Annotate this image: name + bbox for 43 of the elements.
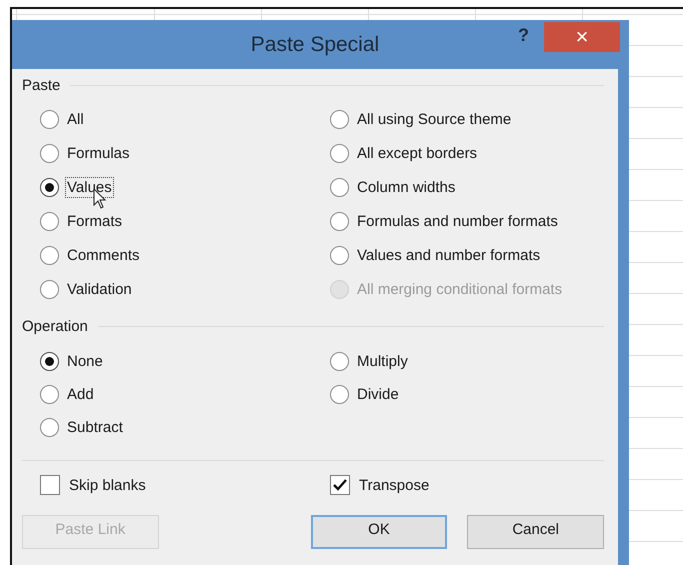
radio-option[interactable]: All using Source theme (330, 102, 604, 136)
group-label: Operation (22, 318, 88, 335)
checkbox[interactable] (40, 475, 60, 495)
radio-button[interactable] (40, 385, 59, 404)
radio-button[interactable] (40, 418, 59, 437)
radio-option[interactable]: None (40, 345, 330, 378)
radio-option[interactable]: Subtract (40, 411, 330, 444)
radio-button[interactable] (40, 246, 59, 264)
radio-button[interactable] (330, 110, 349, 128)
radio-button[interactable] (40, 352, 59, 371)
close-button[interactable]: × (544, 22, 620, 52)
radio-button[interactable] (330, 352, 349, 371)
radio-button[interactable] (40, 280, 59, 298)
checkbox[interactable] (330, 475, 350, 495)
help-button[interactable]: ? (515, 24, 532, 46)
radio-button[interactable] (330, 385, 349, 404)
radio-option[interactable]: Validation (40, 272, 330, 306)
radio-option[interactable]: Comments (40, 238, 330, 272)
radio-option[interactable]: Multiply (330, 345, 604, 378)
checkbox-option[interactable]: Skip blanks (40, 475, 330, 495)
group-label: Paste (22, 77, 60, 94)
radio-button[interactable] (330, 178, 349, 196)
radio-button[interactable] (40, 144, 59, 162)
window-title: Paste Special (250, 32, 380, 56)
dialog-button[interactable]: OK (310, 515, 448, 549)
radio-button[interactable] (330, 246, 349, 264)
radio-option[interactable]: Formats (40, 204, 330, 238)
radio-option[interactable]: Add (40, 378, 330, 411)
radio-option[interactable]: All except borders (330, 136, 604, 170)
radio-option[interactable]: Values and number formats (330, 238, 604, 272)
radio-option[interactable]: Formulas (40, 136, 330, 170)
radio-button[interactable] (40, 212, 59, 230)
dialog-button[interactable]: Cancel (467, 515, 604, 549)
radio-button[interactable] (40, 178, 59, 196)
radio-option[interactable]: All (40, 102, 330, 136)
radio-option[interactable]: Values (40, 170, 330, 204)
radio-button[interactable] (330, 144, 349, 162)
radio-option[interactable]: Formulas and number formats (330, 204, 604, 238)
radio-option[interactable]: Column widths (330, 170, 604, 204)
radio-button[interactable] (330, 212, 349, 230)
checkbox-option[interactable]: Transpose (330, 475, 604, 495)
radio-button[interactable] (40, 110, 59, 128)
radio-option[interactable]: Divide (330, 378, 604, 411)
